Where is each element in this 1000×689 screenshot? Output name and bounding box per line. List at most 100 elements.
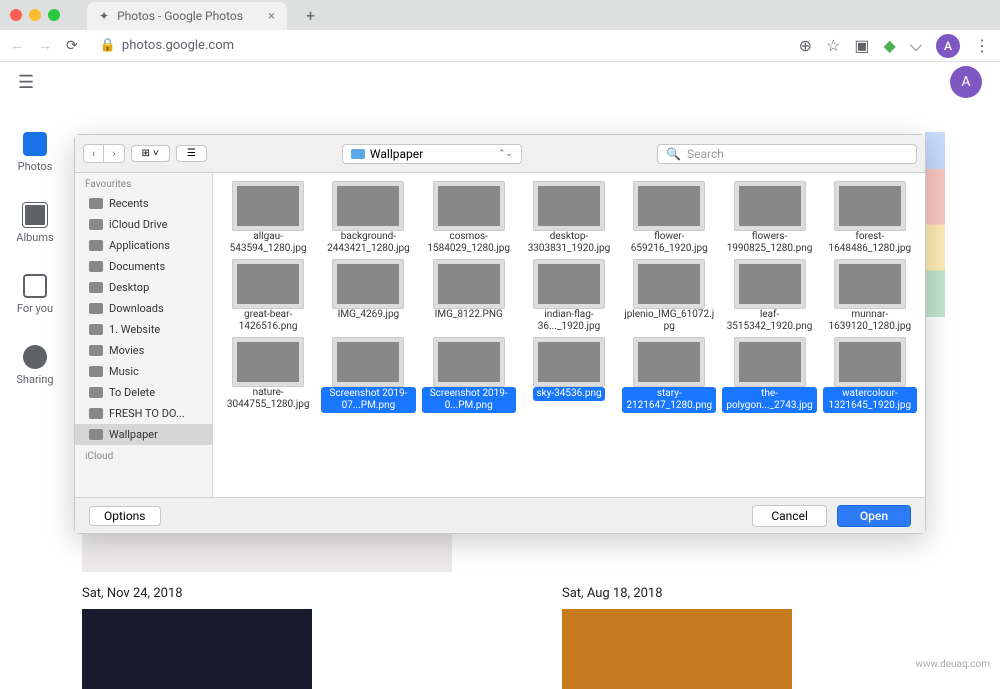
app-header: ☰ A [0,62,1000,102]
search-input[interactable]: 🔍 Search [657,144,917,164]
file-thumbnail [433,259,505,309]
hamburger-menu-icon[interactable]: ☰ [18,72,34,93]
cast-icon[interactable]: ▣ [854,36,869,55]
file-thumbnail [734,259,806,309]
file-item[interactable]: IMG_8122.PNG [422,259,516,333]
file-thumbnail [734,337,806,387]
options-button[interactable]: Options [89,506,161,526]
forward-button[interactable]: → [38,37,52,54]
window-zoom-button[interactable] [48,9,60,21]
file-item[interactable]: jplenio_IMG_61072.jpg [622,259,716,333]
file-item[interactable]: flowers-1990825_1280.png [722,181,816,255]
scroll-timeline[interactable] [925,132,945,317]
search-icon: 🔍 [666,147,681,161]
group-button[interactable]: ☰ [176,145,207,162]
browser-menu-icon[interactable]: ⋮ [974,36,990,55]
chevron-updown-icon: ⌃⌄ [498,149,513,159]
file-thumbnail [232,259,304,309]
file-item[interactable]: cosmos-1584029_1280.jpg [422,181,516,255]
sidebar-folder-item[interactable]: FRESH TO DO... [75,403,212,424]
browser-toolbar: ← → ⟳ 🔒 photos.google.com ⊕ ☆ ▣ ◆ ⌵ A ⋮ [0,30,1000,62]
file-item[interactable]: allgau-543594_1280.jpg [221,181,315,255]
sidebar-folder-item[interactable]: Wallpaper [75,424,212,445]
photo-thumbnail[interactable] [82,609,312,689]
sidebar-folder-item[interactable]: To Delete [75,382,212,403]
nav-forward-button[interactable]: › [103,145,123,162]
file-thumbnail [433,337,505,387]
sidebar-folder-item[interactable]: Downloads [75,298,212,319]
file-thumbnail [633,181,705,231]
file-item[interactable]: munnar-1639120_1280.jpg [823,259,917,333]
folder-label: iCloud Drive [109,218,168,231]
sharing-icon [23,345,47,369]
file-name: stary-2121647_1280.png [622,387,716,413]
address-bar[interactable]: 🔒 photos.google.com [100,38,785,53]
file-name: IMG_4269.jpg [338,309,400,321]
favourites-header: Favourites [75,173,212,193]
sidebar-item-photos[interactable]: Photos [0,132,70,173]
folder-icon [89,324,103,335]
location-dropdown[interactable]: Wallpaper ⌃⌄ [342,144,522,164]
app-avatar[interactable]: A [950,66,982,98]
sidebar-folder-item[interactable]: Documents [75,256,212,277]
file-item[interactable]: great-bear-1426516.png [221,259,315,333]
sidebar-folder-item[interactable]: 1. Website [75,319,212,340]
sidebar-folder-item[interactable]: Recents [75,193,212,214]
pocket-icon[interactable]: ⌵ [910,36,922,56]
folder-icon [89,282,103,293]
albums-icon [23,203,47,227]
new-tab-button[interactable]: + [306,6,315,25]
close-tab-icon[interactable]: × [268,9,275,24]
photo-thumbnail[interactable] [562,609,792,689]
folder-icon [89,261,103,272]
back-button[interactable]: ← [10,37,24,54]
profile-avatar[interactable]: A [936,34,960,58]
sidebar-folder-item[interactable]: Music [75,361,212,382]
folder-label: 1. Website [109,323,160,336]
folder-icon [89,387,103,398]
file-grid: allgau-543594_1280.jpgbackground-2443421… [213,173,925,497]
file-item[interactable]: sky-34536.png [522,337,616,413]
browser-tab[interactable]: ✦ Photos - Google Photos × [87,2,287,30]
file-item[interactable]: stary-2121647_1280.png [622,337,716,413]
file-item[interactable]: forest-1648486_1280.jpg [823,181,917,255]
sidebar-folder-item[interactable]: Desktop [75,277,212,298]
file-item[interactable]: Screenshot 2019-07...PM.png [321,337,415,413]
file-item[interactable]: the-polygon..._2743.jpg [722,337,816,413]
file-item[interactable]: background-2443421_1280.jpg [321,181,415,255]
window-close-button[interactable] [10,9,22,21]
file-thumbnail [232,337,304,387]
window-minimize-button[interactable] [29,9,41,21]
view-mode-button[interactable]: ⊞ ˅ [131,145,170,162]
sidebar-folder-item[interactable]: Applications [75,235,212,256]
file-item[interactable]: Screenshot 2019-0...PM.png [422,337,516,413]
file-item[interactable]: desktop-3303831_1920.jpg [522,181,616,255]
sidebar-folder-item[interactable]: iCloud Drive [75,214,212,235]
date-header: Sat, Nov 24, 2018 [82,586,312,601]
file-name: IMG_8122.PNG [435,309,503,321]
file-item[interactable]: nature-3044755_1280.jpg [221,337,315,413]
extension-icon[interactable]: ⊕ [799,36,812,55]
file-name: forest-1648486_1280.jpg [823,231,917,255]
file-name: flower-659216_1920.jpg [622,231,716,255]
open-button[interactable]: Open [837,505,911,527]
reload-button[interactable]: ⟳ [66,38,78,54]
sidebar-item-sharing[interactable]: Sharing [0,345,70,386]
sidebar-item-foryou[interactable]: For you [0,274,70,315]
shield-icon[interactable]: ◆ [884,36,896,55]
file-picker-sidebar: Favourites Recents iCloud Drive Applicatio… [75,173,213,497]
file-item[interactable]: flower-659216_1920.jpg [622,181,716,255]
cancel-button[interactable]: Cancel [752,505,827,527]
grid-icon: ⊞ [142,148,150,159]
file-thumbnail [332,259,404,309]
file-item[interactable]: IMG_4269.jpg [321,259,415,333]
file-item[interactable]: watercolour-1321645_1920.jpg [823,337,917,413]
bookmark-icon[interactable]: ☆ [826,36,840,55]
file-item[interactable]: indian-flag-36..._1920.jpg [522,259,616,333]
file-thumbnail [734,181,806,231]
foryou-icon [23,274,47,298]
sidebar-item-albums[interactable]: Albums [0,203,70,244]
file-item[interactable]: leaf-3515342_1920.png [722,259,816,333]
sidebar-folder-item[interactable]: Movies [75,340,212,361]
nav-back-button[interactable]: ‹ [84,145,103,162]
